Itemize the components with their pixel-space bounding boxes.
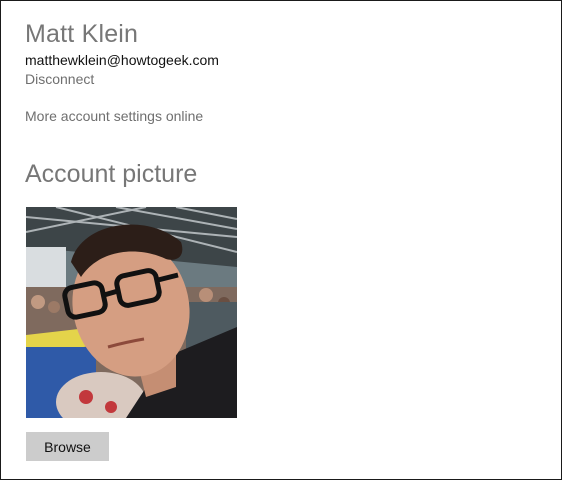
account-name: Matt Klein — [25, 20, 139, 48]
account-email: matthewklein@howtogeek.com — [25, 52, 219, 68]
account-picture — [26, 207, 237, 418]
browse-button[interactable]: Browse — [26, 432, 109, 461]
disconnect-link[interactable]: Disconnect — [25, 71, 94, 87]
settings-panel: Matt Klein matthewklein@howtogeek.com Di… — [0, 0, 562, 480]
more-account-settings-link[interactable]: More account settings online — [25, 108, 203, 124]
account-picture-heading: Account picture — [25, 160, 198, 188]
